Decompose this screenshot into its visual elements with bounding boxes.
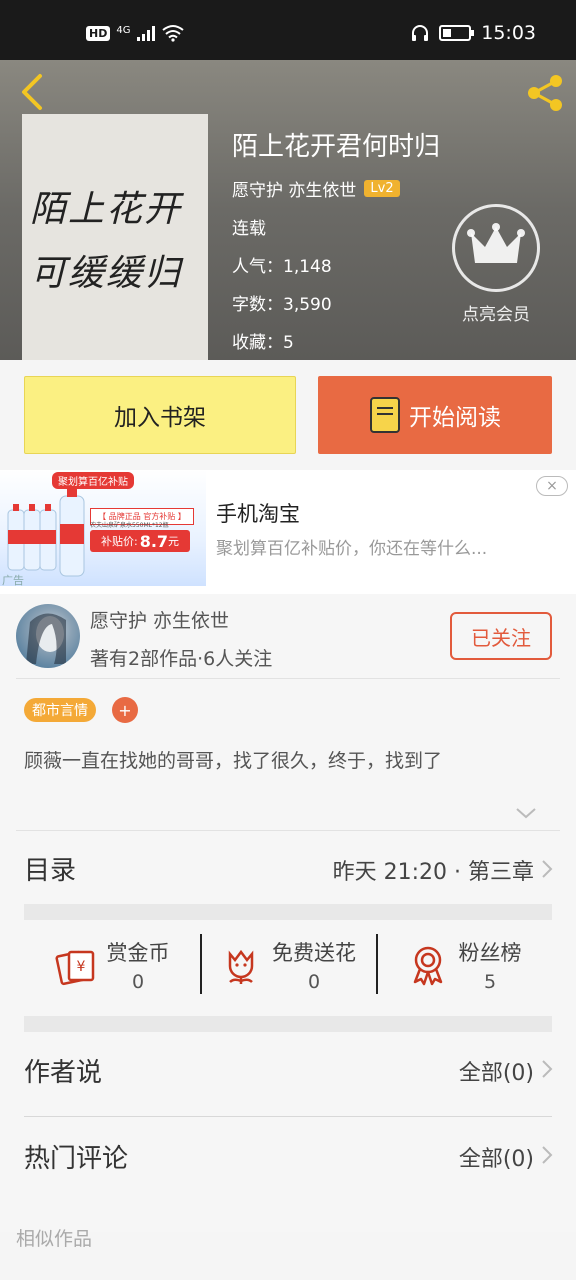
catalog-latest: 昨天 21:20 · 第三章 [332,860,534,885]
synopsis: 顾薇一直在找她的哥哥，找了很久，终于，找到了 [24,750,443,772]
ad-price-unit: 元 [168,535,180,548]
follow-label: 已关注 [471,625,531,650]
follow-button[interactable]: 已关注 [450,612,552,660]
reward-coins-label: 赏金币 [106,941,170,965]
ad-mark: 广告 [2,574,24,586]
chevron-right-icon [542,1146,553,1164]
book-title: 陌上花开君何时归 [232,132,441,162]
hot-comments-label: 热门评论 [24,1144,129,1174]
ad-product: 农夫山泉矿泉水550ML*12瓶 [90,522,169,529]
genre-tag[interactable]: 都市言情 [24,698,96,722]
book-popularity: 人气：1,148 [232,257,332,277]
svg-text:¥: ¥ [76,959,85,975]
similar-works-label: 相似作品 [16,1228,93,1250]
back-icon[interactable] [14,72,54,112]
headphones-icon [412,25,429,41]
free-flowers-value: 0 [307,971,321,993]
reward-coin-icon: ¥ [54,950,94,986]
medal-icon [413,946,442,986]
ad-title: 手机淘宝 [216,502,300,526]
ad-close-button[interactable]: × [536,476,568,496]
ad-price-label: 补贴价: [100,535,138,548]
fan-ranking[interactable]: 粉丝榜 5 [376,920,552,1010]
signal-icon [137,26,156,41]
wifi-icon [162,25,185,42]
flower-icon [228,949,254,984]
author-summary: 著有2部作品·6人关注 [90,648,273,670]
author-says-label: 作者说 [24,1058,103,1088]
battery-icon [439,25,475,41]
author-name[interactable]: 愿守护 亦生依世 [90,606,229,633]
add-to-shelf-label: 加入书架 [114,405,206,431]
fan-ranking-value: 5 [483,971,497,993]
close-icon: × [546,478,558,494]
ad-banner[interactable]: 聚划算百亿补贴 【 品牌正品 官方补贴 】 农夫山泉矿泉水550ML*12瓶 补… [0,470,576,594]
divider [24,1116,552,1117]
book-header: 陌上花开 可缓缓归 陌上花开君何时归 愿守护 亦生依世 Lv2 连载 人气：1,… [0,60,576,360]
ad-banner-label: 聚划算百亿补贴 [52,472,134,489]
ad-image[interactable]: 聚划算百亿补贴 【 品牌正品 官方补贴 】 农夫山泉矿泉水550ML*12瓶 补… [0,470,206,586]
hot-comments-count: 全部(0) [458,1147,534,1172]
vip-button[interactable] [452,204,540,292]
book-word-count: 字数：3,590 [232,295,332,315]
author-says-count: 全部(0) [458,1061,534,1086]
free-flowers[interactable]: 免费送花 0 [200,920,376,1010]
book-icon [370,397,400,433]
add-to-shelf-button[interactable]: 加入书架 [24,376,296,454]
divider [16,678,560,679]
divider [16,830,560,831]
section-separator [24,1016,552,1032]
action-bar: 加入书架 开始阅读 [0,360,576,470]
chevron-right-icon [542,1060,553,1078]
section-separator [24,904,552,920]
author-avatar[interactable] [16,604,80,668]
book-status: 连载 [232,219,266,239]
start-reading-button[interactable]: 开始阅读 [318,376,552,454]
book-cover[interactable]: 陌上花开 可缓缓归 [22,114,208,360]
start-reading-label: 开始阅读 [409,405,501,431]
book-favorites: 收藏：5 [232,333,294,353]
avatar-image [26,613,66,664]
cover-text-line2: 可缓缓归 [30,253,183,294]
hd-badge: HD [86,25,111,41]
chevron-down-icon[interactable] [514,806,538,820]
book-author[interactable]: 愿守护 亦生依世 [232,176,356,201]
water-bottles-image [7,486,85,577]
share-icon[interactable] [522,70,568,116]
reward-coins-value: 0 [131,971,145,993]
vip-label[interactable]: 点亮会员 [442,300,550,325]
book-author-row: 愿守护 亦生依世 Lv2 [232,176,400,201]
ad-price-value: 8.7 [139,531,169,551]
free-flowers-label: 免费送花 [272,941,356,965]
add-tag-button[interactable]: + [112,697,138,723]
reward-coins[interactable]: ¥ 赏金币 0 [24,920,200,1010]
status-left: HD 4G [86,24,185,42]
level-badge: Lv2 [364,180,400,197]
catalog-label: 目录 [24,856,77,886]
status-bar: HD 4G 15:03 [0,0,576,60]
cover-text-line1: 陌上花开 [30,189,183,230]
status-right: 15:03 [411,22,536,44]
clock: 15:03 [481,22,536,44]
ad-price: 补贴价: 8.7 元 [90,530,190,552]
stats-bar: ¥ 赏金币 0 免费送花 0 粉丝榜 5 [24,920,552,1010]
network-type: 4G [116,24,131,36]
chevron-right-icon [542,860,553,878]
crown-icon [467,223,525,263]
book-details: 愿守护 亦生依世 著有2部作品·6人关注 已关注 都市言情 + 顾薇一直在找她的… [0,594,576,1250]
ad-description: 聚划算百亿补贴价，你还在等什么... [216,539,488,559]
fan-ranking-label: 粉丝榜 [458,941,522,965]
